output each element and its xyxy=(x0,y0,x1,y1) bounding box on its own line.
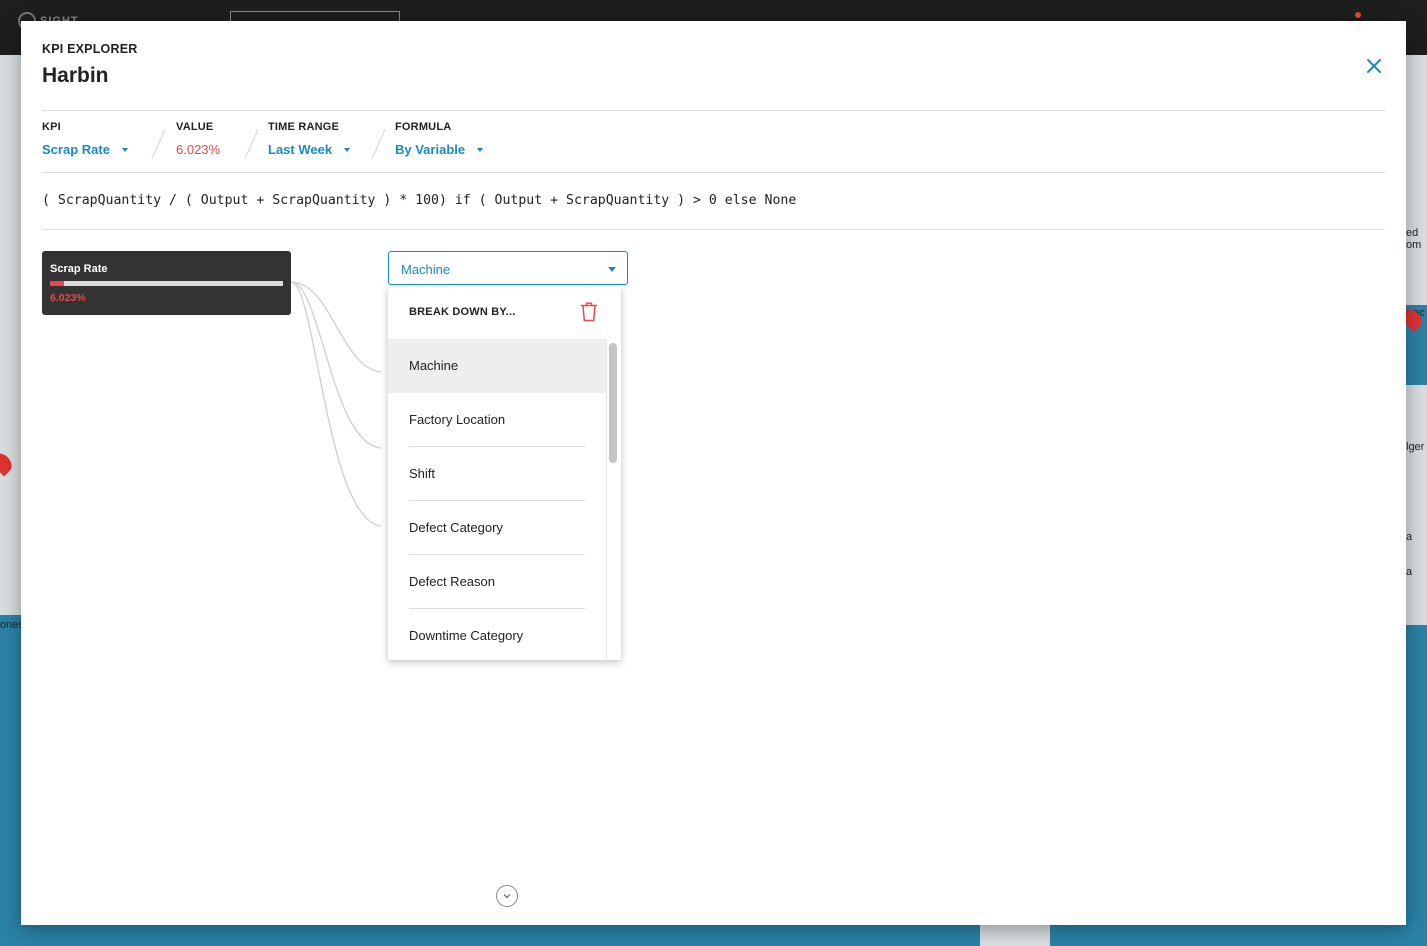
kpi-progress-bar xyxy=(50,281,283,286)
kpi-progress-fill xyxy=(50,281,64,286)
map-land xyxy=(980,925,1050,946)
modal-eyebrow: KPI EXPLORER xyxy=(42,42,138,56)
breakdown-option-label: Defect Reason xyxy=(409,574,495,589)
notification-dot xyxy=(1355,12,1361,18)
breakdown-option[interactable]: Downtime Category xyxy=(388,609,606,660)
breakdown-option-label: Defect Category xyxy=(409,520,503,535)
divider xyxy=(42,172,1385,173)
divider xyxy=(42,229,1385,230)
formula-expression: ( ScrapQuantity / ( Output + ScrapQuanti… xyxy=(42,193,797,208)
map-land xyxy=(1406,55,1427,305)
kpi-node-card[interactable]: Scrap Rate 6.023% xyxy=(42,251,291,315)
connector-line xyxy=(291,281,382,373)
map-land xyxy=(0,55,21,615)
modal-title: Harbin xyxy=(42,64,109,87)
map-label: ed xyxy=(1406,227,1419,239)
value-filter-label: VALUE xyxy=(176,121,214,133)
breakdown-select-value: Machine xyxy=(401,262,451,277)
kpi-value: 6.023% xyxy=(176,142,221,157)
map-land xyxy=(1406,385,1427,625)
breakdown-dropdown-menu: BREAK DOWN BY... Machine Factory Location… xyxy=(388,287,621,660)
breakdown-option[interactable]: Factory Location xyxy=(388,393,606,447)
formula-dropdown[interactable]: By Variable xyxy=(395,142,484,157)
chevron-down-icon xyxy=(503,894,511,899)
chevron-down-icon xyxy=(121,147,128,152)
breakdown-option[interactable]: Defect Category xyxy=(388,501,606,555)
breakdown-option[interactable]: Machine xyxy=(388,339,606,393)
map-label: a xyxy=(1406,531,1413,543)
filter-separator xyxy=(151,129,166,159)
close-button[interactable] xyxy=(1364,56,1384,76)
map-label: om xyxy=(1406,239,1422,251)
kpi-filter-label: KPI xyxy=(42,121,61,133)
kpi-explorer-modal: KPI EXPLORER Harbin KPI Scrap Rate VALUE… xyxy=(21,21,1406,925)
kpi-filter: KPI Scrap Rate xyxy=(42,121,128,157)
connector-line xyxy=(291,281,382,527)
breakdown-option[interactable]: Defect Reason xyxy=(388,555,606,609)
expand-button[interactable] xyxy=(496,885,518,907)
breakdown-select[interactable]: Machine xyxy=(388,251,628,285)
kpi-dropdown[interactable]: Scrap Rate xyxy=(42,142,128,157)
breakdown-option-label: Factory Location xyxy=(409,412,506,427)
dropdown-header: BREAK DOWN BY... xyxy=(409,306,516,318)
map-label: lger xyxy=(1406,441,1425,453)
time-range-filter: TIME RANGE Last Week xyxy=(268,121,351,157)
kpi-node-value: 6.023% xyxy=(50,292,86,304)
formula-label: FORMULA xyxy=(395,121,452,133)
breakdown-option-label: Shift xyxy=(409,466,436,481)
filter-separator xyxy=(244,129,259,159)
chevron-down-icon xyxy=(608,267,616,272)
breakdown-option-label: Downtime Category xyxy=(409,628,524,643)
delete-button[interactable] xyxy=(580,301,598,323)
chevron-down-icon xyxy=(344,147,351,152)
time-range-dropdown[interactable]: Last Week xyxy=(268,142,351,157)
breakdown-option[interactable]: Shift xyxy=(388,447,606,501)
chevron-down-icon xyxy=(477,147,484,152)
breakdown-option-label: Machine xyxy=(409,358,459,373)
filter-separator xyxy=(371,129,386,159)
value-filter: VALUE 6.023% xyxy=(176,121,220,157)
trash-icon xyxy=(580,302,598,322)
close-icon xyxy=(1367,59,1381,73)
formula-filter: FORMULA By Variable xyxy=(395,121,484,157)
app-search-input[interactable] xyxy=(230,11,400,21)
kpi-node-title: Scrap Rate xyxy=(50,263,108,275)
breakdown-options-list: Machine Factory Location Shift Defect Categ… xyxy=(388,339,606,660)
time-range-label: TIME RANGE xyxy=(268,121,340,133)
dropdown-scrollbar-thumb[interactable] xyxy=(609,343,617,463)
divider xyxy=(42,110,1385,111)
map-label: a xyxy=(1406,566,1413,578)
